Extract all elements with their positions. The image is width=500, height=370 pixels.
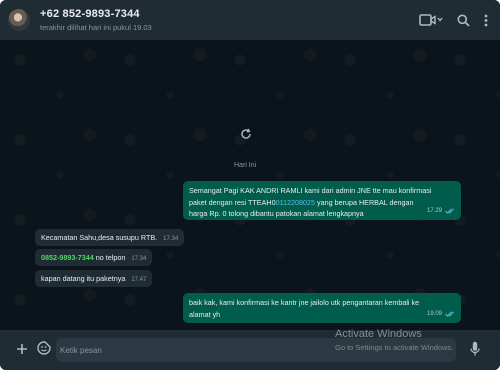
menu-dots-icon (484, 14, 488, 26)
message-time: 17.34 (163, 236, 179, 242)
message-text-line: baik kak, kami konfirmasi ke kantr jne j… (189, 298, 420, 307)
message-incoming[interactable]: kapan datang itu paketnya 17.47 (35, 270, 153, 287)
message-outgoing[interactable]: baik kak, kami konfirmasi ke kantr jne j… (183, 293, 461, 323)
message-meta: 19.09 (427, 309, 455, 321)
message-meta: 17.29 (427, 206, 455, 218)
message-text-segment: yang berupa HERBAL dengan (315, 197, 414, 207)
plus-icon (17, 344, 27, 354)
menu-button[interactable] (484, 11, 488, 29)
emoji-sticker-button[interactable] (37, 341, 51, 360)
message-text: Kecamatan Sahu,desa susupu RTB. (41, 233, 158, 242)
video-call-button[interactable] (419, 11, 443, 29)
last-seen-status: terakhir dilihat hari ini pukul 19.03 (40, 23, 152, 32)
chat-header[interactable]: +62 852-9893-7344 terakhir dilihat hari … (0, 0, 500, 40)
header-actions (419, 11, 488, 29)
sticker-icon (37, 341, 51, 355)
message-text-segment: paket dengan resi TTEAH0 (189, 197, 276, 207)
message-time: 17.34 (131, 256, 147, 262)
message-input[interactable] (56, 338, 456, 362)
message-text-line: alamat yh (189, 309, 221, 319)
message-text: kapan datang itu paketnya (41, 274, 126, 283)
message-text: no telpon (93, 253, 126, 262)
contact-info[interactable]: +62 852-9893-7344 terakhir dilihat hari … (40, 8, 152, 32)
message-time: 17.29 (426, 207, 442, 214)
message-time: 19.09 (426, 310, 442, 317)
message-composer (0, 330, 500, 370)
message-text-line: harga Rp. 0 tolong dibantu patokan alama… (189, 209, 364, 218)
contact-name: +62 852-9893-7344 (40, 8, 140, 20)
message-incoming[interactable]: Kecamatan Sahu,desa susupu RTB. 17.34 (35, 229, 185, 246)
search-button[interactable] (457, 11, 470, 29)
message-incoming[interactable]: 0852-9893-7344 no telpon 17.34 (35, 249, 153, 266)
message-text-line: paket dengan resi TTEAH00112208025 yang … (189, 197, 455, 209)
refresh-icon (241, 128, 251, 139)
attach-button[interactable] (16, 342, 28, 360)
tracking-number: 0112208025 (275, 197, 316, 207)
search-icon (457, 14, 470, 27)
message-time: 17.47 (131, 277, 147, 283)
read-ticks-icon (445, 208, 455, 214)
date-separator: Hari Ini (228, 160, 263, 171)
video-icon (419, 14, 443, 26)
read-ticks-icon (445, 311, 455, 317)
phone-number-link[interactable]: 0852-9893-7344 (41, 253, 94, 262)
whatsapp-window: +62 852-9893-7344 terakhir dilihat hari … (0, 0, 500, 370)
chevron-down-icon (437, 17, 443, 22)
message-area[interactable]: Hari Ini Semangat Pagi KAK ANDRI RAMLI k… (0, 40, 500, 330)
microphone-icon (470, 341, 480, 356)
voice-message-button[interactable] (470, 341, 480, 362)
message-outgoing[interactable]: Semangat Pagi KAK ANDRI RAMLI kami dari … (183, 181, 461, 220)
message-text-line: Semangat Pagi KAK ANDRI RAMLI kami dari … (189, 186, 432, 195)
reload-history-button[interactable] (240, 127, 252, 145)
avatar[interactable] (8, 9, 30, 31)
